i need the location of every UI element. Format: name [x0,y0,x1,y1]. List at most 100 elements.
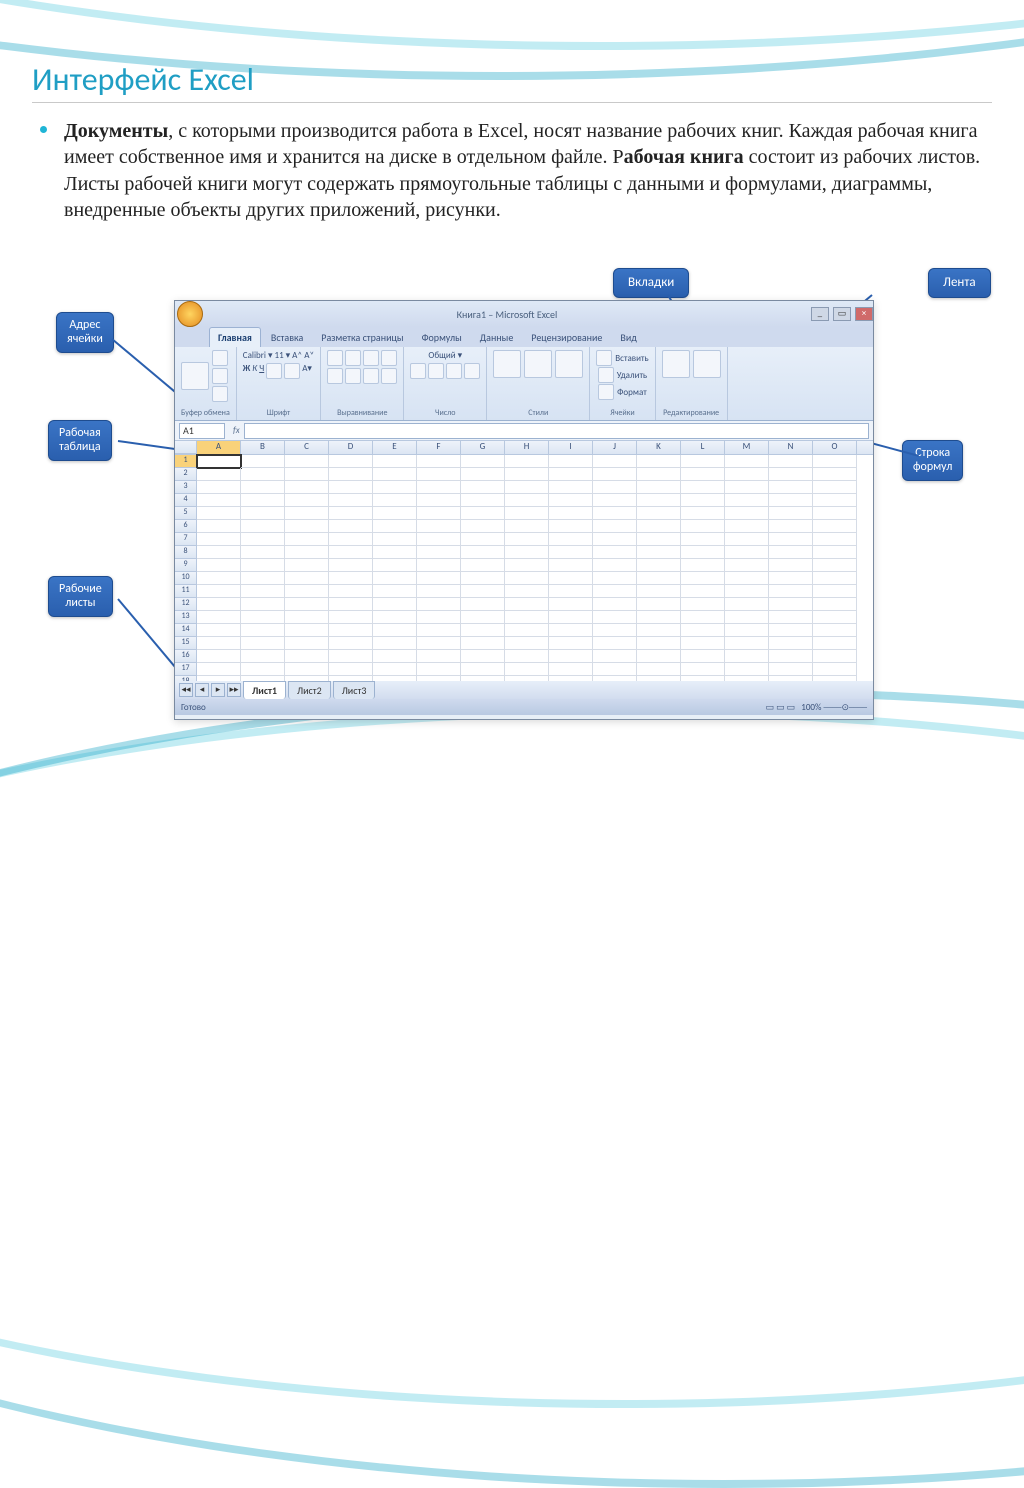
cell[interactable] [285,598,329,611]
cell[interactable] [285,585,329,598]
cell[interactable] [373,611,417,624]
column-header[interactable]: L [681,441,725,454]
column-header[interactable]: M [725,441,769,454]
cell[interactable] [769,494,813,507]
cell[interactable] [197,455,241,468]
cell[interactable] [637,637,681,650]
cell[interactable] [373,598,417,611]
cell[interactable] [593,572,637,585]
cell[interactable] [373,468,417,481]
cell[interactable] [285,559,329,572]
cell[interactable] [285,494,329,507]
cell[interactable] [813,468,857,481]
cell[interactable] [813,585,857,598]
cell[interactable] [813,455,857,468]
cell[interactable] [549,533,593,546]
cell[interactable] [549,468,593,481]
cell[interactable] [197,533,241,546]
cell[interactable] [197,663,241,676]
cell[interactable] [461,533,505,546]
cell[interactable] [725,624,769,637]
cell[interactable] [593,650,637,663]
cell[interactable] [241,637,285,650]
cell[interactable] [637,455,681,468]
cell[interactable] [285,507,329,520]
cell[interactable] [681,572,725,585]
cell[interactable] [505,520,549,533]
cell[interactable] [637,533,681,546]
cell[interactable] [725,598,769,611]
cell[interactable] [769,624,813,637]
row-header[interactable]: 14 [175,624,197,637]
cell[interactable] [461,468,505,481]
cell[interactable] [593,455,637,468]
cell[interactable] [329,533,373,546]
cell[interactable] [813,481,857,494]
zoom-controls[interactable]: ▭ ▭ ▭ 100% ────⊙──── [766,702,867,713]
cell[interactable] [725,663,769,676]
cell[interactable] [461,624,505,637]
cell[interactable] [549,650,593,663]
cell[interactable] [505,611,549,624]
cell[interactable] [769,520,813,533]
sheet-nav-button[interactable]: ▸▸ [227,683,241,697]
row-header[interactable]: 9 [175,559,197,572]
cell[interactable] [329,572,373,585]
cell[interactable] [197,624,241,637]
cell[interactable] [549,494,593,507]
cell[interactable] [197,572,241,585]
cell[interactable] [813,650,857,663]
cell[interactable] [813,520,857,533]
cell[interactable] [769,676,813,681]
cell[interactable] [461,611,505,624]
cell[interactable] [505,585,549,598]
row-header[interactable]: 4 [175,494,197,507]
cell[interactable] [681,494,725,507]
cell[interactable] [373,585,417,598]
cell[interactable] [197,559,241,572]
cell[interactable] [417,468,461,481]
column-header[interactable]: N [769,441,813,454]
cell[interactable] [813,507,857,520]
cell[interactable] [241,585,285,598]
row-header[interactable]: 15 [175,637,197,650]
cell[interactable] [681,507,725,520]
cell[interactable] [241,650,285,663]
cell[interactable] [373,572,417,585]
cell[interactable] [769,455,813,468]
cell[interactable] [417,676,461,681]
row-header[interactable]: 8 [175,546,197,559]
cell[interactable] [813,624,857,637]
cell[interactable] [637,468,681,481]
cell[interactable] [549,611,593,624]
cell[interactable] [769,637,813,650]
cell[interactable] [285,520,329,533]
cell[interactable] [593,663,637,676]
cell[interactable] [593,611,637,624]
cell[interactable] [725,533,769,546]
cell[interactable] [373,559,417,572]
cell[interactable] [593,533,637,546]
cell[interactable] [637,585,681,598]
cell[interactable] [769,546,813,559]
cell[interactable] [197,676,241,681]
cell[interactable] [769,585,813,598]
cell[interactable] [813,611,857,624]
cell[interactable] [285,533,329,546]
cell[interactable] [505,546,549,559]
cell[interactable] [813,637,857,650]
cell[interactable] [505,572,549,585]
cell[interactable] [593,520,637,533]
cell[interactable] [197,481,241,494]
minimize-button[interactable]: _ [811,307,829,321]
cell[interactable] [329,507,373,520]
cell[interactable] [461,676,505,681]
ribbon-tab-1[interactable]: Вставка [263,328,311,347]
column-header[interactable]: E [373,441,417,454]
cell[interactable] [373,455,417,468]
cell[interactable] [241,507,285,520]
cell[interactable] [197,611,241,624]
cell[interactable] [593,559,637,572]
cell[interactable] [197,494,241,507]
cell[interactable] [329,624,373,637]
